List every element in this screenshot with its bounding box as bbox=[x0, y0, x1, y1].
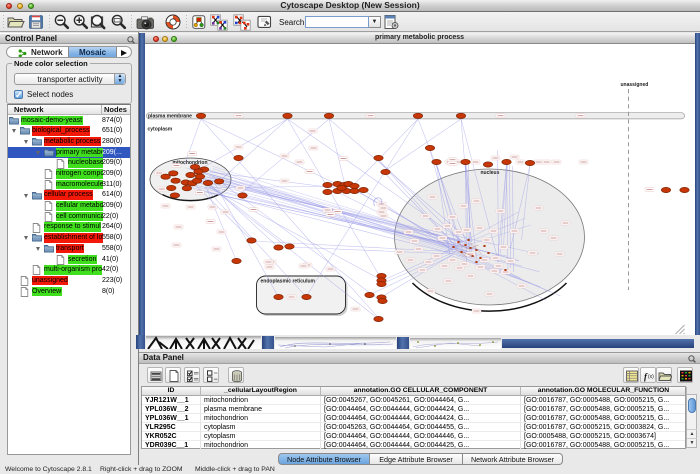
svg-text:nucleus: nucleus bbox=[480, 170, 499, 176]
svg-text:plasma membrane: plasma membrane bbox=[148, 114, 192, 120]
svg-text:(x): (x) bbox=[648, 374, 654, 380]
svg-text:cytoplasm: cytoplasm bbox=[147, 127, 172, 133]
svg-text:unassigned: unassigned bbox=[620, 82, 648, 88]
